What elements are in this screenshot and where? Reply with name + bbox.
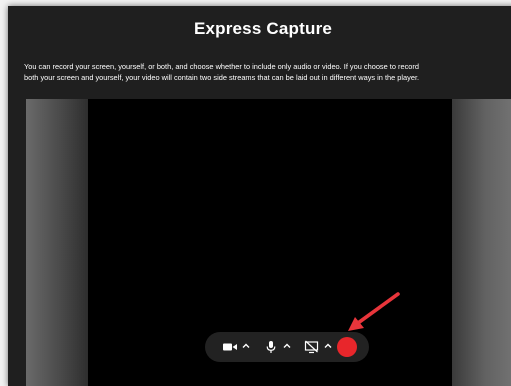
description-text: You can record your screen, yourself, or… xyxy=(24,61,511,83)
microphone-icon[interactable] xyxy=(265,340,277,354)
video-preview xyxy=(26,99,511,386)
preview-right-edge xyxy=(452,99,511,386)
red-arrow-icon xyxy=(348,292,400,331)
screen-share-off-icon[interactable] xyxy=(304,340,319,354)
express-capture-window: Express Capture You can record your scre… xyxy=(8,6,511,386)
preview-left-edge xyxy=(26,99,88,386)
record-button[interactable] xyxy=(337,337,357,357)
page-title: Express Capture xyxy=(193,19,333,38)
description-line-2: both your screen and yourself, your vide… xyxy=(24,73,420,82)
camera-options-chevron-up-icon[interactable] xyxy=(241,341,251,351)
capture-toolbar xyxy=(205,332,369,362)
screen-options-chevron-up-icon[interactable] xyxy=(323,341,333,351)
video-camera-icon[interactable] xyxy=(222,340,238,354)
microphone-options-chevron-up-icon[interactable] xyxy=(282,341,292,351)
description-line-1: You can record your screen, yourself, or… xyxy=(24,62,419,71)
